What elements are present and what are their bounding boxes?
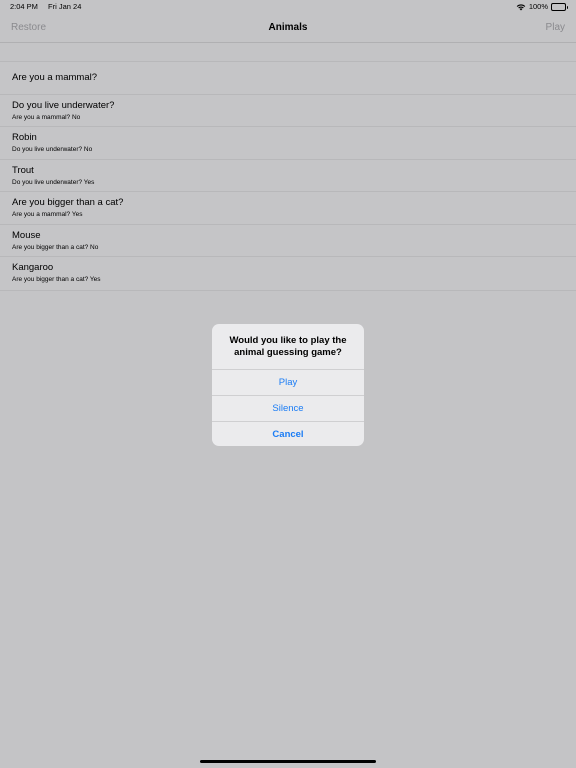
play-game-alert: Would you like to play the animal guessi… xyxy=(212,324,364,446)
status-bar: 2:04 PM Fri Jan 24 100% xyxy=(0,0,576,14)
table-row[interactable]: Trout Do you live underwater? Yes xyxy=(0,160,576,192)
table-row[interactable]: Kangaroo Are you bigger than a cat? Yes xyxy=(0,257,576,290)
table-row[interactable]: Do you live underwater? Are you a mammal… xyxy=(0,95,576,127)
row-title: Do you live underwater? xyxy=(12,99,115,111)
home-indicator[interactable] xyxy=(200,760,376,763)
table-row[interactable]: Are you bigger than a cat? Are you a mam… xyxy=(0,192,576,225)
battery-icon xyxy=(551,3,568,11)
status-right: 100% xyxy=(516,0,568,14)
play-nav-button[interactable]: Play xyxy=(546,14,565,42)
row-title: Trout xyxy=(12,164,34,176)
alert-play-button[interactable]: Play xyxy=(212,370,364,396)
navigation-bar: Restore Animals Play xyxy=(0,14,576,43)
alert-silence-button[interactable]: Silence xyxy=(212,396,364,422)
table-row[interactable]: Are you a mammal? xyxy=(0,62,576,95)
wifi-icon xyxy=(516,4,526,11)
battery-percent: 100% xyxy=(528,2,548,11)
row-title: Robin xyxy=(12,132,37,143)
status-left: 2:04 PM Fri Jan 24 xyxy=(10,0,89,14)
row-subtitle: Do you live underwater? No xyxy=(12,146,93,153)
alert-cancel-button[interactable]: Cancel xyxy=(212,422,364,446)
row-subtitle: Are you a mammal? Yes xyxy=(12,211,83,218)
status-time: 2:04 PM xyxy=(10,2,38,11)
status-date: Fri Jan 24 xyxy=(48,2,82,11)
alert-message: Would you like to play the animal guessi… xyxy=(212,324,364,370)
row-subtitle: Are you bigger than a cat? Yes xyxy=(12,276,101,283)
row-title: Are you a mammal? xyxy=(12,72,98,83)
row-subtitle: Do you live underwater? Yes xyxy=(12,178,95,186)
row-title: Kangaroo xyxy=(12,262,54,273)
row-subtitle: Are you bigger than a cat? No xyxy=(12,243,99,251)
table-row[interactable]: Robin Do you live underwater? No xyxy=(0,127,576,160)
animal-question-list: Are you a mammal? Do you live underwater… xyxy=(0,61,576,291)
row-title: Mouse xyxy=(12,229,41,241)
page-title: Animals xyxy=(268,22,308,33)
row-subtitle: Are you a mammal? No xyxy=(12,113,81,121)
row-title: Are you bigger than a cat? xyxy=(12,197,124,208)
table-row[interactable]: Mouse Are you bigger than a cat? No xyxy=(0,225,576,257)
